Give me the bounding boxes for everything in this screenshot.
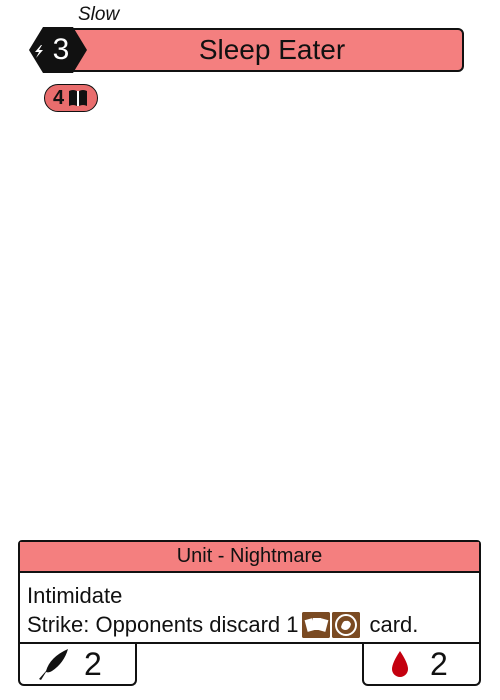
power-value: 2 — [84, 645, 102, 682]
text-box: Unit - Nightmare Intimidate Strike: Oppo… — [18, 540, 481, 644]
strike-suffix: card. — [369, 612, 419, 637]
badge: 4 — [44, 84, 98, 112]
speed-label: Slow — [78, 4, 120, 25]
blood-drop-icon — [392, 651, 408, 677]
strike-text: Strike: Opponents discard 1 — [27, 612, 299, 637]
hand-icon — [332, 611, 361, 638]
keyword-intimidate: Intimidate — [27, 583, 123, 608]
book-icon — [69, 90, 88, 106]
cost-value: 3 — [52, 33, 70, 66]
rules-text: Intimidate Strike: Opponents discard 1 c… — [20, 573, 479, 639]
cards-icon — [302, 611, 331, 638]
health-box: 2 — [362, 644, 481, 686]
rule-line-2: Strike: Opponents discard 1 card. — [27, 610, 479, 639]
rule-line-1: Intimidate — [27, 581, 479, 610]
badge-value: 4 — [52, 86, 65, 109]
power-box: 2 — [18, 644, 137, 686]
quill-icon — [39, 649, 68, 680]
type-line: Unit - Nightmare — [20, 542, 479, 573]
card-name: Sleep Eater — [198, 34, 346, 65]
title-bar: Sleep Eater — [50, 28, 464, 72]
health-value: 2 — [430, 645, 448, 682]
